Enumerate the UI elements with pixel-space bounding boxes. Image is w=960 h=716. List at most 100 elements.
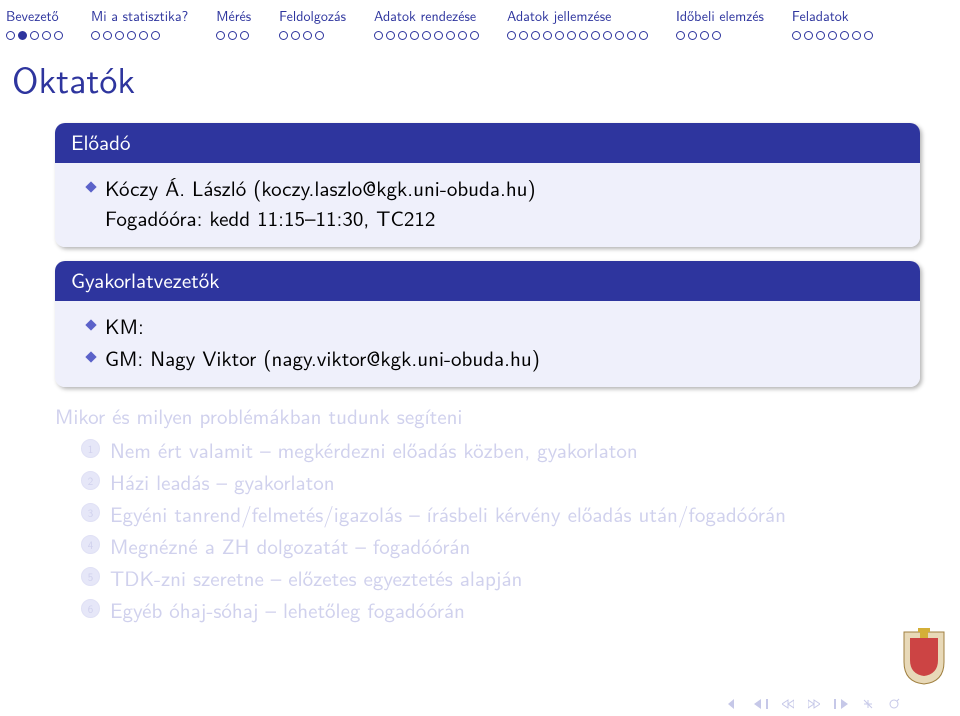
nav-section-label[interactable]: Adatok rendezése — [374, 4, 476, 29]
section-nav: Bevezető Mi a statisztika? Mérés Feldolgozá… — [0, 0, 960, 40]
nav-pip[interactable] — [804, 31, 813, 40]
nav-pip[interactable] — [374, 31, 383, 40]
nav-prev-icon[interactable] — [754, 699, 768, 709]
nav-pip[interactable] — [30, 31, 39, 40]
nav-pip[interactable] — [688, 31, 697, 40]
lecturer-office: Fogadóóra: kedd 11:15–11:30, TC212 — [105, 203, 435, 233]
nav-pip[interactable] — [228, 31, 237, 40]
nav-pip[interactable] — [434, 31, 443, 40]
nav-pip[interactable] — [639, 31, 648, 40]
nav-pip[interactable] — [531, 31, 540, 40]
faded-subhead: Mikor és milyen problémákban tudunk segí… — [55, 401, 920, 431]
nav-pip[interactable] — [470, 31, 479, 40]
nav-next-sub-icon[interactable] — [808, 699, 820, 709]
nav-section[interactable]: Időbeli elemzés — [676, 4, 764, 40]
nav-section[interactable]: Adatok rendezése — [374, 4, 479, 40]
nav-pip[interactable] — [446, 31, 455, 40]
nav-pip[interactable] — [386, 31, 395, 40]
faded-item: 1Nem ért valamit – megkérdezni előadás k… — [81, 435, 920, 465]
nav-pip[interactable] — [240, 31, 249, 40]
nav-pip[interactable] — [54, 31, 63, 40]
gm-text: GM: Nagy Viktor (nagy.viktor@kgk.uni-obu… — [105, 343, 540, 373]
nav-pip[interactable] — [816, 31, 825, 40]
nav-pip[interactable] — [291, 31, 300, 40]
nav-pip[interactable] — [676, 31, 685, 40]
bullet-icon — [85, 181, 96, 192]
lecturer-item: Kóczy Á. László (koczy.laszlo@kgk.uni-ob… — [75, 173, 900, 233]
faded-item: 2 Házi leadás – gyakorlaton — [81, 467, 920, 497]
nav-section[interactable]: Bevezető — [6, 4, 63, 40]
faded-item: 6 Egyéb óhaj-sóhaj – lehetőleg fogadóórán — [81, 595, 920, 625]
faded-content: Mikor és milyen problémákban tudunk segí… — [55, 401, 920, 625]
nav-section[interactable]: Feladatok — [792, 4, 873, 40]
nav-section[interactable]: Feldolgozás — [279, 4, 346, 40]
nav-pip[interactable] — [579, 31, 588, 40]
nav-pip[interactable] — [458, 31, 467, 40]
faded-item-number: 4 — [81, 535, 100, 554]
bullet-icon — [85, 319, 96, 330]
nav-pips — [507, 31, 648, 40]
beamer-nav[interactable] — [724, 698, 900, 710]
nav-section-label[interactable]: Feladatok — [792, 4, 849, 29]
nav-pip[interactable] — [139, 31, 148, 40]
nav-pip[interactable] — [398, 31, 407, 40]
nav-pip[interactable] — [591, 31, 600, 40]
nav-section[interactable]: Mi a statisztika? — [91, 4, 188, 40]
nav-pip[interactable] — [103, 31, 112, 40]
nav-section-label[interactable]: Mérés — [216, 4, 251, 29]
nav-pip[interactable] — [567, 31, 576, 40]
slide-title: Oktatók — [0, 40, 960, 113]
nav-section[interactable]: Mérés — [216, 4, 251, 40]
nav-section-label[interactable]: Mi a statisztika? — [91, 4, 188, 29]
faded-item-number: 6 — [81, 599, 100, 618]
instructors-block: Gyakorlatvezetők KM: GM: Nagy Viktor (na… — [55, 261, 920, 387]
nav-pip[interactable] — [864, 31, 873, 40]
nav-pip[interactable] — [303, 31, 312, 40]
nav-pip[interactable] — [627, 31, 636, 40]
nav-pip[interactable] — [42, 31, 51, 40]
nav-pips — [6, 31, 63, 40]
nav-pip[interactable] — [603, 31, 612, 40]
nav-next-icon[interactable] — [834, 699, 848, 709]
nav-pip[interactable] — [852, 31, 861, 40]
nav-section[interactable]: Adatok jellemzése — [507, 4, 648, 40]
nav-prev-sub-icon[interactable] — [782, 699, 794, 709]
nav-pip[interactable] — [840, 31, 849, 40]
nav-pip[interactable] — [91, 31, 100, 40]
nav-pip[interactable] — [216, 31, 225, 40]
lecturer-name: Kóczy Á. László (koczy.laszlo@kgk.uni-ob… — [105, 173, 536, 203]
nav-pip[interactable] — [151, 31, 160, 40]
nav-pip[interactable] — [615, 31, 624, 40]
lecturer-header: Előadó — [55, 123, 920, 163]
nav-toggle-icon[interactable] — [862, 698, 874, 710]
nav-pip[interactable] — [6, 31, 15, 40]
nav-pip[interactable] — [543, 31, 552, 40]
faded-item-text: Egyéb óhaj-sóhaj – lehetőleg fogadóórán — [110, 595, 465, 625]
nav-pip[interactable] — [18, 31, 27, 40]
nav-pip[interactable] — [115, 31, 124, 40]
faded-item-number: 2 — [81, 471, 100, 490]
km-row: KM: — [75, 311, 900, 341]
faded-item: 5TDK-zni szeretne – előzetes egyeztetés … — [81, 563, 920, 593]
nav-section-label[interactable]: Adatok jellemzése — [507, 4, 611, 29]
nav-first-icon[interactable] — [724, 699, 740, 709]
faded-item-text: Házi leadás – gyakorlaton — [110, 467, 335, 497]
nav-pip[interactable] — [519, 31, 528, 40]
faded-item-text: Egyéni tanrend/felmetés/igazolás – írásb… — [110, 499, 786, 529]
nav-pip[interactable] — [507, 31, 516, 40]
nav-pip[interactable] — [279, 31, 288, 40]
nav-pip[interactable] — [422, 31, 431, 40]
nav-pips — [216, 31, 249, 40]
nav-pip[interactable] — [555, 31, 564, 40]
nav-pip[interactable] — [712, 31, 721, 40]
nav-section-label[interactable]: Időbeli elemzés — [676, 4, 764, 29]
nav-section-label[interactable]: Bevezető — [6, 4, 59, 29]
nav-pip[interactable] — [828, 31, 837, 40]
nav-pip[interactable] — [410, 31, 419, 40]
nav-circle-icon[interactable] — [888, 698, 900, 710]
nav-pip[interactable] — [315, 31, 324, 40]
nav-pip[interactable] — [792, 31, 801, 40]
nav-section-label[interactable]: Feldolgozás — [279, 4, 346, 29]
nav-pip[interactable] — [700, 31, 709, 40]
nav-pip[interactable] — [127, 31, 136, 40]
